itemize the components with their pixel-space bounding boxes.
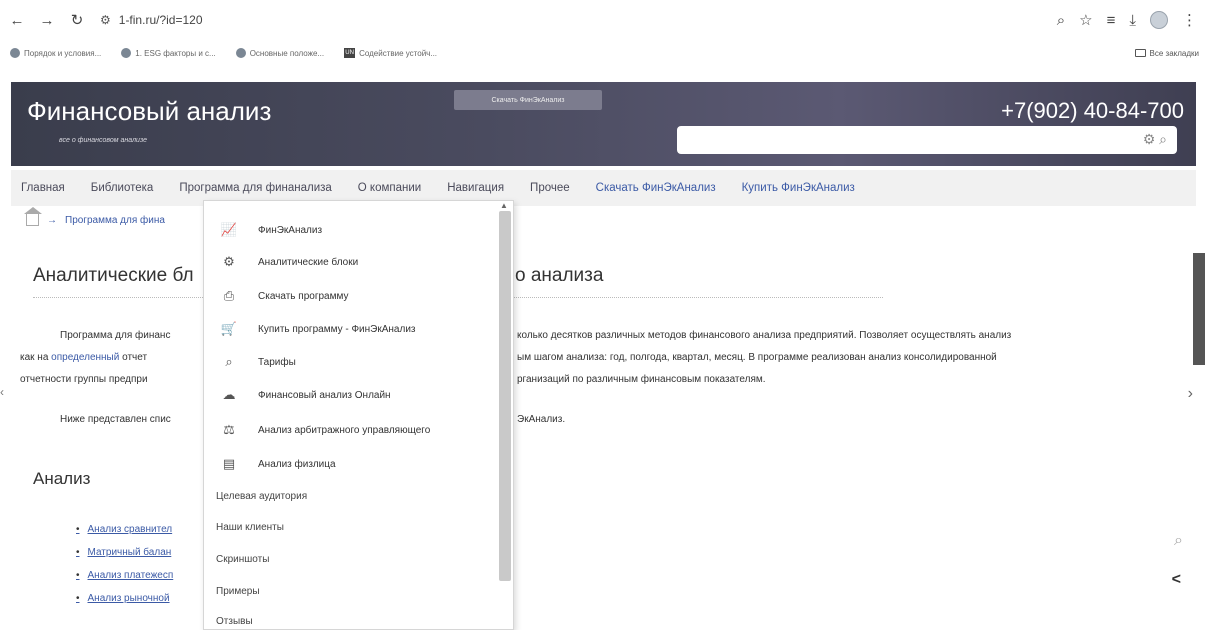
paragraph-4-left: Ниже представлен спис xyxy=(60,414,171,425)
menu-item-target-audience[interactable]: Целевая аудитория xyxy=(216,491,307,502)
download-icon[interactable]: ⤓ xyxy=(1129,12,1136,29)
document-icon: ▤ xyxy=(222,456,236,471)
address-bar[interactable]: ⚙ 1-fin.ru/?id=120 xyxy=(100,13,203,27)
reload-icon[interactable]: ↻ xyxy=(64,7,90,33)
globe-icon xyxy=(10,48,20,58)
list-item[interactable]: Анализ сравнител xyxy=(76,518,173,541)
all-bookmarks[interactable]: Все закладки xyxy=(1134,40,1199,66)
menu-item-tariffs[interactable]: ⌕ Тарифы xyxy=(218,351,295,373)
share-icon[interactable]: < xyxy=(1172,571,1181,589)
nav-download[interactable]: Скачать ФинЭкАнализ xyxy=(596,182,716,194)
forward-icon[interactable]: → xyxy=(34,7,60,33)
phone-number: +7(902) 40-84-700 xyxy=(1001,98,1184,123)
chevron-right-icon[interactable]: › xyxy=(1188,385,1193,403)
menu-item-analytic-blocks[interactable]: ⚙ Аналитические блоки xyxy=(218,251,358,273)
magnifier-icon[interactable]: ⌕ xyxy=(1174,532,1183,550)
bookmark-2[interactable]: 1. ESG факторы и с... xyxy=(121,48,216,58)
breadcrumb: → Программа для фина xyxy=(24,207,165,226)
list-item[interactable]: Матричный балан xyxy=(76,541,173,564)
list-item[interactable]: Анализ платежесп xyxy=(76,564,174,587)
chevron-left-icon[interactable]: ‹ xyxy=(0,385,4,399)
menu-item-screenshots[interactable]: Скриншоты xyxy=(216,554,269,565)
dropdown-scrollbar[interactable] xyxy=(499,211,511,581)
scales-icon: ⚖ xyxy=(223,422,235,437)
nav-navigation[interactable]: Навигация xyxy=(447,182,504,194)
paragraph-4-right: ЭкАнализ. xyxy=(517,414,566,425)
menu-item-clients[interactable]: Наши клиенты xyxy=(216,522,284,533)
menu-item-finekanaliz[interactable]: 📈 ФинЭкАнализ xyxy=(218,219,322,241)
paragraph-3-right: рганизаций по различным финансовым показ… xyxy=(517,374,766,385)
search-icon[interactable]: ⚙ ⌕ xyxy=(1143,131,1167,148)
paragraph-1-right: колько десятков различных методов финанс… xyxy=(517,330,1012,341)
site-settings-icon[interactable]: ⚙ xyxy=(100,13,111,27)
bookmarks-bar: Порядок и условия... 1. ESG факторы и с.… xyxy=(0,40,1205,66)
paragraph-1-left: Программа для финанс xyxy=(60,330,171,341)
nav-about[interactable]: О компании xyxy=(358,182,421,194)
zoom-icon[interactable]: ⌕ xyxy=(1057,12,1065,29)
paragraph-2-right: ым шагом анализа: год, полгода, квартал,… xyxy=(517,352,997,363)
site-logo[interactable]: Финансовый анализ xyxy=(27,96,271,127)
paragraph-3-left: отчетности группы предпри xyxy=(20,374,148,385)
folder-icon xyxy=(1134,49,1146,57)
search-input[interactable]: ⚙ ⌕ xyxy=(677,126,1177,154)
star-icon[interactable]: ☆ xyxy=(1079,11,1092,29)
chart-icon: 📈 xyxy=(220,222,238,237)
menu-icon[interactable]: ⋮ xyxy=(1182,11,1197,29)
menu-item-buy-program[interactable]: 🛒 Купить программу - ФинЭкАнализ xyxy=(218,318,416,340)
menu-item-online-analysis[interactable]: ☁ Финансовый анализ Онлайн xyxy=(218,384,391,406)
site-header: Финансовый анализ все о финансовом анали… xyxy=(11,82,1196,166)
bookmark-3[interactable]: Основные положе... xyxy=(235,48,324,58)
home-icon[interactable] xyxy=(24,207,42,226)
nav-program[interactable]: Программа для финанализа xyxy=(179,182,331,194)
program-dropdown-menu: 📈 ФинЭкАнализ ⚙ Аналитические блоки ⎙ Скача… xyxy=(203,200,514,630)
globe-icon xyxy=(235,48,246,58)
download-finekanaliz-button[interactable]: Скачать ФинЭкАнализ xyxy=(454,90,602,110)
reading-list-icon[interactable]: ≡ xyxy=(1107,12,1116,29)
link-opredelennyi[interactable]: определенный xyxy=(51,352,119,363)
menu-item-reviews[interactable]: Отзывы xyxy=(216,616,253,627)
nav-other[interactable]: Прочее xyxy=(530,182,570,194)
profile-avatar[interactable] xyxy=(1150,11,1168,29)
page-title-left: Аналитические бл xyxy=(33,265,194,286)
nav-buy[interactable]: Купить ФинЭкАнализ xyxy=(742,182,855,194)
list-item[interactable]: Анализ рыночной xyxy=(76,587,173,610)
breadcrumb-current[interactable]: Программа для фина xyxy=(65,215,165,226)
menu-item-individual-analysis[interactable]: ▤ Анализ физлица xyxy=(218,453,336,475)
menu-item-arbitration-analysis[interactable]: ⚖ Анализ арбитражного управляющего xyxy=(218,419,430,441)
menu-item-download-program[interactable]: ⎙ Скачать программу xyxy=(218,285,349,307)
side-feedback-tab[interactable] xyxy=(1193,253,1205,365)
back-icon[interactable]: ← xyxy=(4,7,30,33)
section-title-analysis: Анализ xyxy=(33,469,91,488)
un-logo-icon: UN xyxy=(344,48,356,58)
analysis-list: Анализ сравнител Матричный балан Анализ … xyxy=(76,518,174,610)
menu-item-examples[interactable]: Примеры xyxy=(216,586,260,597)
site-tagline: все о финансовом анализе xyxy=(59,137,148,144)
url-text: 1-fin.ru/?id=120 xyxy=(118,13,203,27)
breadcrumb-arrow: → xyxy=(47,214,57,226)
scroll-up-icon[interactable]: ▲ xyxy=(500,201,508,210)
search-tag-icon: ⌕ xyxy=(225,354,233,369)
browser-toolbar: ← → ↻ ⚙ 1-fin.ru/?id=120 ⌕ ☆ ≡ ⤓ ⋮ xyxy=(0,0,1205,40)
nav-library[interactable]: Библиотека xyxy=(91,182,154,194)
cart-icon: 🛒 xyxy=(220,321,238,336)
nav-home[interactable]: Главная xyxy=(21,182,65,194)
main-nav: Главная Библиотека Программа для финанал… xyxy=(11,170,1196,206)
bookmark-1[interactable]: Порядок и условия... xyxy=(10,48,101,58)
globe-icon xyxy=(121,48,132,58)
gear-icon: ⚙ xyxy=(223,254,235,269)
download-icon: ⎙ xyxy=(223,288,235,303)
page-title-right: о анализа xyxy=(515,265,604,286)
cloud-icon: ☁ xyxy=(222,387,236,402)
bookmark-4[interactable]: UN Содействие устойч... xyxy=(344,48,437,58)
toolbar-actions: ⌕ ☆ ≡ ⤓ ⋮ xyxy=(1057,0,1197,40)
paragraph-2-left: как на определенный отчет xyxy=(20,352,148,363)
